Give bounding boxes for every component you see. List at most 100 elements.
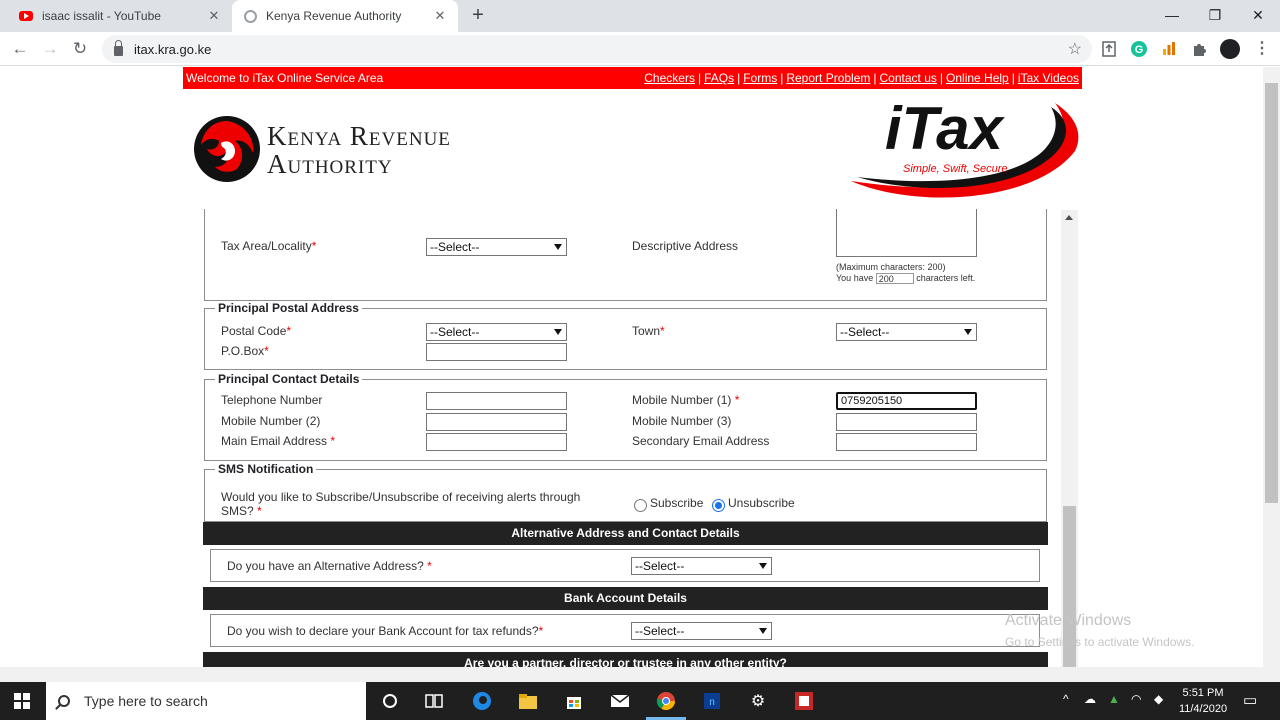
brand-header: Kenya Revenue Authority iTax Simple, Swi…: [183, 89, 1082, 209]
reload-button[interactable]: ↻: [68, 37, 92, 61]
contact-details-fieldset: Principal Contact Details Telephone Numb…: [204, 372, 1047, 461]
postal-code-label: Postal Code*: [221, 324, 292, 338]
notifications-icon[interactable]: ▭: [1243, 691, 1257, 709]
alt-address-heading: Alternative Address and Contact Details: [203, 522, 1048, 545]
chrome-icon[interactable]: [655, 690, 677, 712]
bookmark-star-icon[interactable]: ☆: [1068, 39, 1082, 59]
kra-name-logo: Kenya Revenue Authority: [267, 122, 451, 178]
postal-address-fieldset: Principal Postal Address Postal Code* --…: [204, 301, 1047, 370]
tray-volume-icon[interactable]: ◆: [1154, 692, 1163, 706]
page-viewport: Welcome to iTax Online Service Area Chec…: [0, 67, 1280, 667]
secondary-email-label: Secondary Email Address: [632, 434, 770, 448]
pobox-label: P.O.Box*: [221, 344, 269, 358]
town-select[interactable]: --Select--: [836, 323, 977, 341]
town-label: Town*: [632, 324, 665, 338]
tab-kra[interactable]: Kenya Revenue Authority ✕: [232, 0, 458, 32]
link-faqs[interactable]: FAQs: [704, 71, 734, 85]
puzzle-icon[interactable]: [1190, 40, 1208, 58]
recorder-icon[interactable]: [793, 690, 815, 712]
windows-start-icon[interactable]: [14, 693, 30, 709]
sms-question-line2: SMS? *: [221, 504, 262, 518]
sms-question-line1: Would you like to Subscribe/Unsubscribe …: [221, 490, 581, 504]
link-online-help[interactable]: Online Help: [946, 71, 1009, 85]
postal-address-legend: Principal Postal Address: [215, 301, 362, 315]
extension-icon[interactable]: [1100, 40, 1118, 58]
unsubscribe-label[interactable]: Unsubscribe: [728, 496, 795, 510]
secondary-email-input[interactable]: [836, 433, 977, 451]
address-fieldset: Tax Area/Locality* --Select-- Descriptiv…: [204, 209, 1047, 301]
browser-tab-strip: isaac issalit - YouTube ✕ Kenya Revenue …: [0, 0, 1280, 32]
link-contact-us[interactable]: Contact us: [880, 71, 937, 85]
profile-avatar[interactable]: [1220, 39, 1240, 59]
address-bar[interactable]: itax.kra.go.ke ☆: [102, 35, 1092, 63]
main-email-input[interactable]: [426, 433, 567, 451]
page-scrollbar[interactable]: [1263, 67, 1280, 667]
app-icon[interactable]: n: [701, 690, 723, 712]
contact-details-legend: Principal Contact Details: [215, 372, 363, 386]
mail-icon[interactable]: [609, 690, 631, 712]
partner-heading: Are you a partner, director or trustee i…: [203, 652, 1048, 667]
back-button[interactable]: ←: [8, 37, 32, 61]
mobile2-input[interactable]: [426, 413, 567, 431]
telephone-label: Telephone Number: [221, 393, 323, 407]
mobile1-input[interactable]: 0759205150: [836, 392, 977, 410]
minimize-button[interactable]: —: [1150, 0, 1194, 32]
alt-address-select[interactable]: --Select--: [631, 557, 772, 575]
close-tab-icon[interactable]: ✕: [206, 8, 222, 24]
forward-button[interactable]: →: [38, 37, 62, 61]
url-text: itax.kra.go.ke: [134, 41, 212, 57]
link-forms[interactable]: Forms: [743, 71, 777, 85]
windows-taskbar: Type here to search n ⚙ ^ ☁ ▲ ◠ ◆ 5:51 P…: [0, 682, 1280, 720]
taskbar-clock[interactable]: 5:51 PM 11/4/2020: [1172, 685, 1234, 717]
link-report-problem[interactable]: Report Problem: [786, 71, 870, 85]
kra-top-bar: Welcome to iTax Online Service Area Chec…: [183, 67, 1082, 89]
analytics-icon[interactable]: [1160, 40, 1178, 58]
tray-drive-icon[interactable]: ▲: [1108, 692, 1120, 706]
maximize-button[interactable]: ❐: [1193, 0, 1237, 32]
descriptive-address-textarea[interactable]: [836, 209, 977, 257]
page-scroll-thumb[interactable]: [1265, 83, 1278, 503]
tray-chevron-icon[interactable]: ^: [1063, 692, 1069, 706]
edge-icon[interactable]: [471, 690, 493, 712]
chrome-menu-icon[interactable]: ⋮: [1254, 38, 1270, 58]
svg-text:G: G: [1135, 44, 1144, 56]
tab-youtube[interactable]: isaac issalit - YouTube ✕: [8, 0, 232, 32]
unsubscribe-radio[interactable]: [712, 499, 725, 512]
itax-logo-text: iTax: [885, 95, 1005, 162]
tab-title: Kenya Revenue Authority: [266, 9, 402, 23]
kra-line1: Kenya Revenue: [267, 121, 451, 151]
scroll-up-arrow[interactable]: [1065, 215, 1073, 220]
subscribe-radio[interactable]: [634, 499, 647, 512]
form-scrollbar[interactable]: [1061, 210, 1078, 667]
task-view-icon[interactable]: [423, 690, 445, 712]
max-chars-note: (Maximum characters: 200): [836, 262, 946, 272]
kra-lion-logo: [194, 116, 260, 182]
settings-gear-icon[interactable]: ⚙: [747, 690, 769, 712]
sms-legend: SMS Notification: [215, 462, 317, 476]
telephone-input[interactable]: [426, 392, 567, 410]
new-tab-button[interactable]: +: [466, 4, 490, 28]
mobile2-label: Mobile Number (2): [221, 414, 321, 428]
kra-favicon-icon: [242, 8, 258, 24]
subscribe-label[interactable]: Subscribe: [650, 496, 703, 510]
tax-area-select[interactable]: --Select--: [426, 238, 567, 256]
postal-code-select[interactable]: --Select--: [426, 323, 567, 341]
tray-network-app-icon[interactable]: ☁: [1084, 692, 1096, 706]
alt-address-question: Do you have an Alternative Address? *: [227, 559, 432, 573]
mobile3-input[interactable]: [836, 413, 977, 431]
horizontal-scrollbar[interactable]: [0, 667, 1280, 682]
close-window-button[interactable]: ✕: [1236, 0, 1280, 32]
lock-icon: [114, 40, 123, 56]
link-itax-videos[interactable]: iTax Videos: [1018, 71, 1079, 85]
taskbar-search-box[interactable]: Type here to search: [46, 682, 366, 720]
cortana-icon[interactable]: [379, 690, 401, 712]
mobile1-label: Mobile Number (1) *: [632, 393, 740, 407]
file-explorer-icon[interactable]: [517, 690, 539, 712]
pobox-input[interactable]: [426, 343, 567, 361]
bank-account-select[interactable]: --Select--: [631, 622, 772, 640]
tray-wifi-icon[interactable]: ◠: [1131, 692, 1141, 706]
link-checkers[interactable]: Checkers: [644, 71, 695, 85]
close-tab-icon[interactable]: ✕: [432, 8, 448, 24]
store-icon[interactable]: [563, 690, 585, 712]
grammarly-icon[interactable]: G: [1130, 40, 1148, 58]
